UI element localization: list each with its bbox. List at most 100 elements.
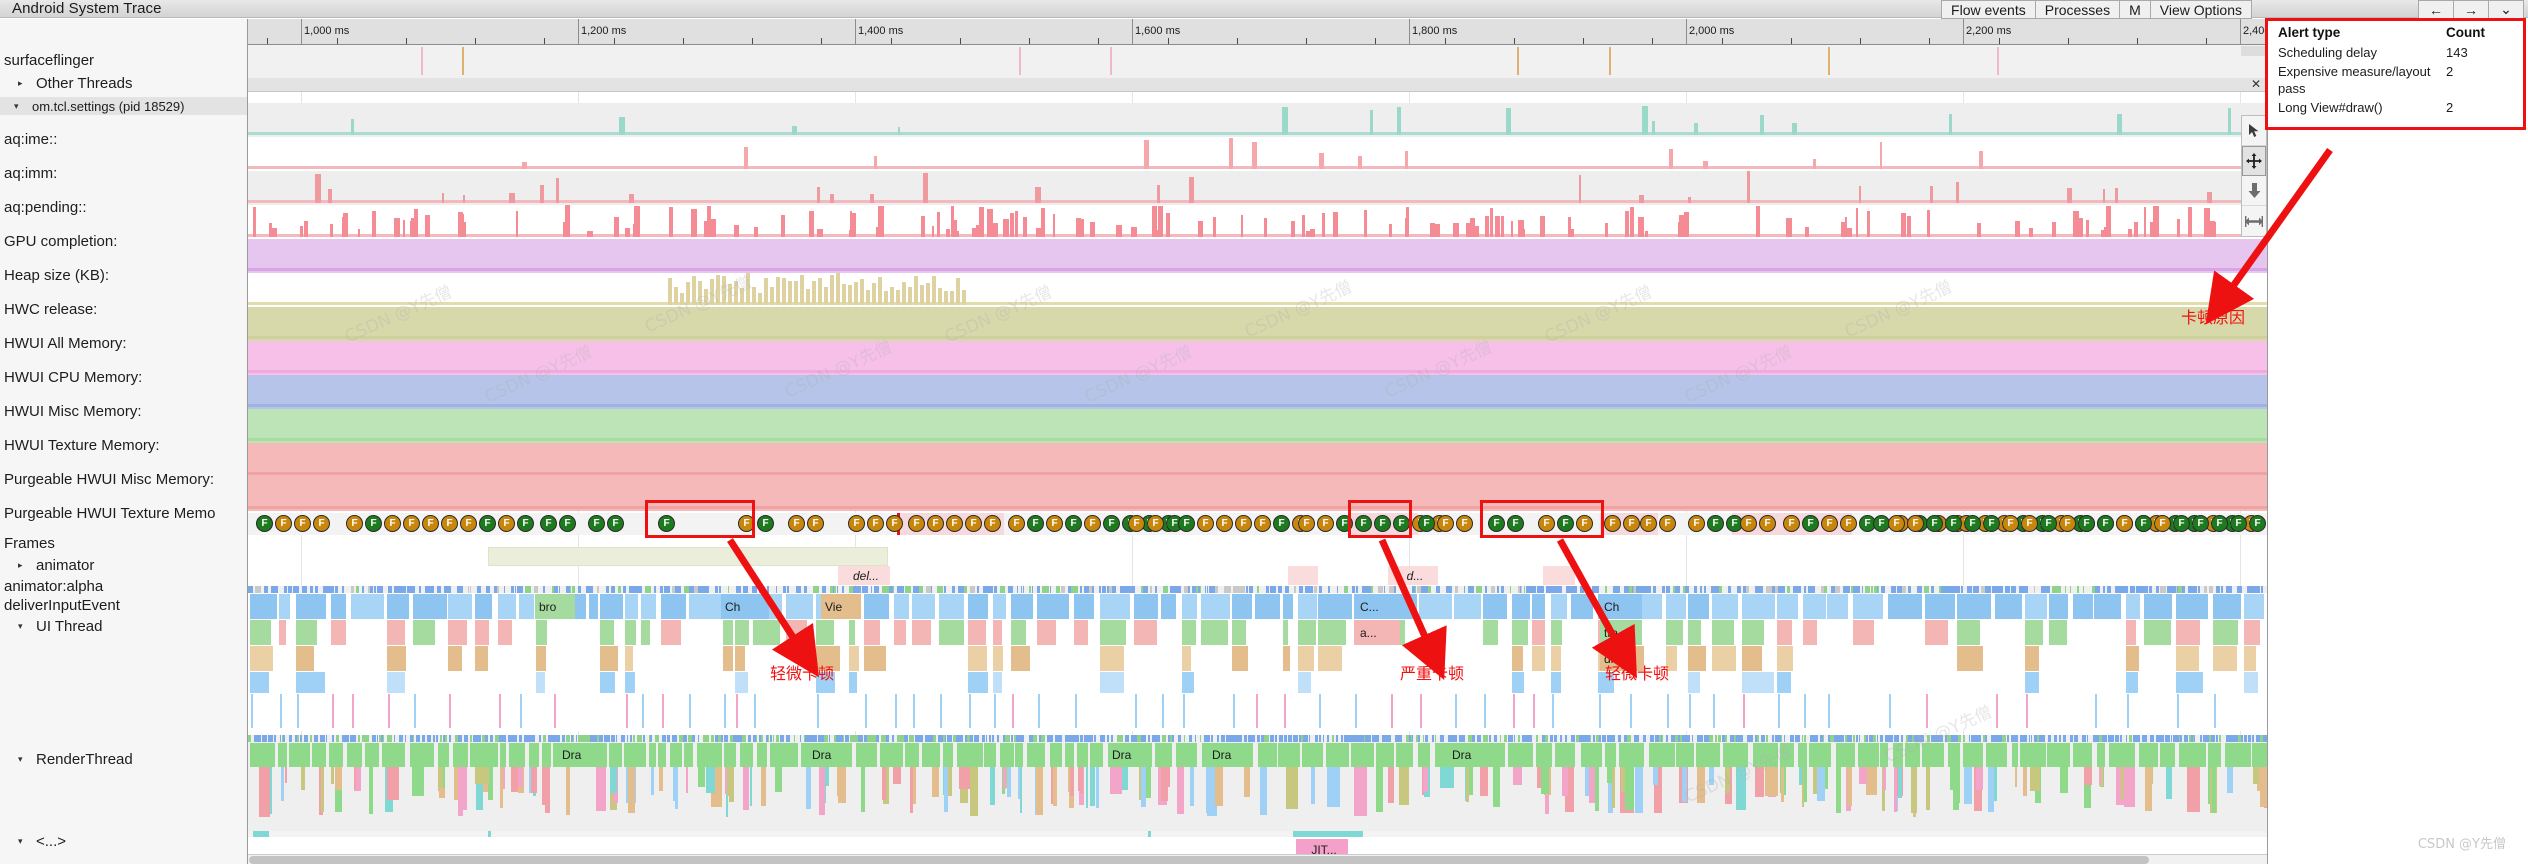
sched-slice[interactable] bbox=[2015, 735, 2018, 742]
sched-slice[interactable] bbox=[977, 586, 980, 593]
cursor-arrow-icon[interactable] bbox=[2242, 116, 2266, 146]
render-thread-slice[interactable] bbox=[2123, 767, 2135, 807]
sched-slice[interactable] bbox=[1215, 586, 1218, 593]
ui-thread-slice[interactable] bbox=[250, 646, 273, 671]
nav-forward-button[interactable]: → bbox=[2453, 0, 2489, 19]
sched-slice[interactable] bbox=[518, 735, 523, 742]
m-button[interactable]: M bbox=[2119, 0, 2151, 19]
sched-slice[interactable] bbox=[1813, 586, 1816, 593]
ui-thread-slice[interactable] bbox=[1298, 620, 1316, 645]
sched-slice[interactable] bbox=[2030, 735, 2032, 742]
render-thread-slice[interactable] bbox=[806, 767, 812, 809]
sched-slice[interactable] bbox=[504, 586, 506, 593]
track-gpu-completion[interactable] bbox=[248, 205, 2267, 239]
frame-marker-good[interactable]: F bbox=[607, 515, 624, 532]
frame-marker-jank[interactable]: F bbox=[1888, 515, 1905, 532]
sched-slice[interactable] bbox=[1962, 735, 1965, 742]
ui-thread-slice[interactable] bbox=[588, 594, 599, 619]
sched-slice[interactable] bbox=[1511, 735, 1513, 742]
sched-slice[interactable] bbox=[1765, 735, 1769, 742]
track-heap-size[interactable] bbox=[248, 239, 2267, 273]
render-thread-slice[interactable] bbox=[931, 767, 939, 797]
ui-thread-slice[interactable] bbox=[295, 620, 317, 645]
ui-thread-slice[interactable] bbox=[893, 594, 910, 619]
render-thread-slice[interactable] bbox=[1068, 767, 1070, 793]
ui-thread-slice[interactable] bbox=[848, 620, 855, 645]
sched-slice[interactable] bbox=[706, 586, 708, 593]
sched-slice[interactable] bbox=[283, 735, 285, 742]
render-thread-slice[interactable] bbox=[1260, 767, 1268, 815]
frame-marker-jank[interactable]: F bbox=[2154, 515, 2171, 532]
sched-slice[interactable] bbox=[416, 735, 421, 742]
sched-slice[interactable] bbox=[295, 586, 299, 593]
render-thread-slice[interactable] bbox=[1947, 743, 1960, 767]
render-thread-slice[interactable] bbox=[509, 743, 525, 767]
sched-slice[interactable] bbox=[1133, 586, 1135, 593]
sched-slice[interactable] bbox=[1454, 735, 1458, 742]
sched-slice[interactable] bbox=[575, 735, 578, 742]
ui-thread-slice[interactable] bbox=[1418, 594, 1453, 619]
render-thread-slice[interactable] bbox=[1824, 767, 1829, 789]
ui-thread-slice[interactable] bbox=[1161, 594, 1177, 619]
frame-marker-jank[interactable]: F bbox=[1907, 515, 1924, 532]
sched-slice[interactable] bbox=[1719, 586, 1722, 593]
frame-marker-jank[interactable]: F bbox=[965, 515, 982, 532]
frame-marker-jank[interactable]: F bbox=[1659, 515, 1676, 532]
sched-slice[interactable] bbox=[2204, 586, 2207, 593]
sched-slice[interactable] bbox=[930, 735, 932, 742]
ui-thread-slice[interactable] bbox=[624, 646, 634, 671]
frame-marker-jank[interactable]: F bbox=[1840, 515, 1857, 532]
sched-slice[interactable] bbox=[2094, 586, 2100, 593]
sched-slice[interactable] bbox=[248, 735, 252, 742]
render-thread-slice[interactable] bbox=[729, 767, 735, 803]
render-thread-slice[interactable] bbox=[2073, 743, 2093, 767]
sched-slice[interactable] bbox=[1471, 735, 1475, 742]
ui-thread-slice[interactable] bbox=[1255, 594, 1281, 619]
sched-slice[interactable] bbox=[856, 586, 862, 593]
sched-slice[interactable] bbox=[572, 735, 575, 742]
sched-slice[interactable] bbox=[2087, 735, 2089, 742]
track-label-heap-size-kb[interactable]: Heap size (KB): bbox=[0, 258, 247, 292]
ui-thread-slice[interactable] bbox=[1099, 672, 1125, 693]
sched-slice[interactable] bbox=[1277, 586, 1283, 593]
ui-thread-slice[interactable] bbox=[661, 594, 687, 619]
render-thread-slice[interactable] bbox=[1019, 767, 1023, 795]
sched-slice[interactable] bbox=[963, 586, 968, 593]
ui-thread-slice[interactable] bbox=[413, 620, 436, 645]
sched-slice[interactable] bbox=[371, 735, 376, 742]
frame-marker-good[interactable]: F bbox=[1488, 515, 1505, 532]
frame-marker-jank[interactable]: F bbox=[848, 515, 865, 532]
ui-thread-slice[interactable] bbox=[2072, 594, 2094, 619]
sched-slice[interactable] bbox=[1198, 586, 1200, 593]
render-thread-slice[interactable] bbox=[1963, 743, 1984, 767]
render-thread-slice[interactable] bbox=[475, 767, 489, 784]
sched-slice[interactable] bbox=[811, 735, 817, 742]
render-thread-slice[interactable] bbox=[2096, 743, 2105, 767]
sched-slice[interactable] bbox=[1043, 735, 1046, 742]
track-label-hwc-release[interactable]: HWC release: bbox=[0, 292, 247, 326]
sched-slice[interactable] bbox=[606, 586, 610, 593]
ui-thread-slice[interactable] bbox=[2212, 594, 2241, 619]
ui-thread-slice[interactable] bbox=[1853, 594, 1883, 619]
view-options-button[interactable]: View Options bbox=[2149, 0, 2252, 19]
sched-slice[interactable] bbox=[1431, 735, 1434, 742]
render-thread-slice[interactable] bbox=[364, 743, 379, 767]
sched-slice[interactable] bbox=[727, 586, 729, 593]
ui-thread-slice[interactable] bbox=[295, 594, 326, 619]
frame-marker-jank[interactable]: F bbox=[738, 515, 755, 532]
sched-slice[interactable] bbox=[261, 735, 267, 742]
render-thread-slice[interactable] bbox=[320, 767, 325, 812]
render-thread-slice[interactable] bbox=[1536, 743, 1552, 767]
sched-slice[interactable] bbox=[1434, 735, 1437, 742]
sched-slice[interactable] bbox=[697, 735, 699, 742]
frame-marker-good[interactable]: F bbox=[2249, 515, 2266, 532]
render-thread-slice[interactable] bbox=[528, 743, 539, 767]
sched-slice[interactable] bbox=[2082, 586, 2084, 593]
ui-thread-slice[interactable] bbox=[1712, 620, 1734, 645]
render-thread-slice[interactable] bbox=[608, 743, 623, 767]
sched-slice[interactable] bbox=[645, 586, 652, 593]
table-row[interactable]: Scheduling delay 143 bbox=[2278, 43, 2528, 62]
sched-slice[interactable] bbox=[2190, 735, 2194, 742]
sched-slice[interactable] bbox=[1758, 586, 1763, 593]
sched-slice[interactable] bbox=[844, 735, 850, 742]
